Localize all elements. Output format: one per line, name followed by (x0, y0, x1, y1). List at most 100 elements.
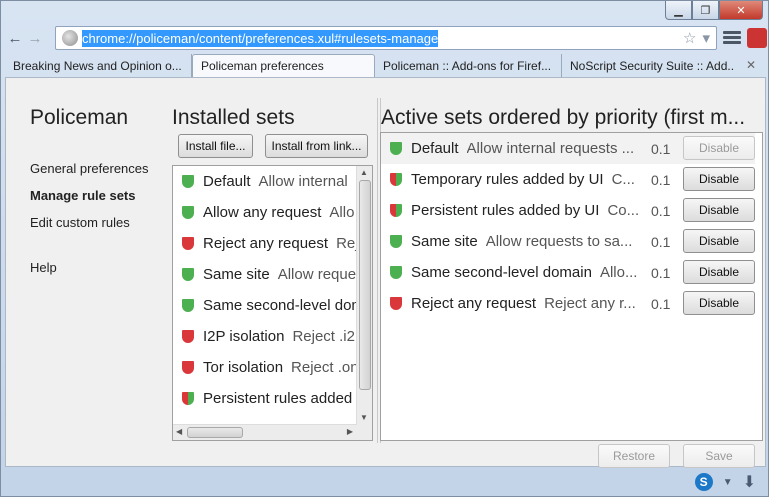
disable-button[interactable]: Disable (683, 167, 755, 191)
sidebar-item-manage-rule-sets[interactable]: Manage rule sets (30, 187, 149, 214)
dropdown-arrow-icon[interactable]: ▾ (702, 29, 710, 47)
restore-button[interactable]: Restore (598, 444, 670, 468)
scroll-left-icon[interactable]: ◀ (176, 427, 182, 436)
window-controls: ▁ ❐ ✕ (665, 1, 763, 20)
active-set-row[interactable]: Reject any request Reject any r... 0.1 Disa… (381, 288, 755, 319)
installed-set-row[interactable]: Reject any request Rejec (173, 228, 372, 259)
minimize-button[interactable]: ▁ (665, 1, 692, 20)
scroll-right-icon[interactable]: ▶ (347, 427, 353, 436)
close-window-button[interactable]: ✕ (719, 1, 763, 20)
scroll-down-icon[interactable]: ▼ (360, 413, 368, 422)
set-priority: 0.1 (651, 202, 671, 219)
installed-list-vertical-scrollbar[interactable]: ▲ ▼ (356, 166, 372, 440)
installed-set-row[interactable]: Same site Allow reques (173, 259, 364, 290)
scrollbar-thumb[interactable] (359, 180, 371, 390)
dropdown-arrow-icon[interactable]: ▼ (723, 477, 733, 488)
forward-icon[interactable]: → (25, 28, 45, 48)
shield-icon (182, 237, 194, 250)
active-set-row[interactable]: Same site Allow requests to sa... 0.1 Disab… (381, 226, 755, 257)
active-set-row[interactable]: Persistent rules added by UI Co... 0.1 Disa… (381, 195, 755, 226)
set-name: Same second-level dom (203, 297, 364, 314)
tab-breaking-news[interactable]: Breaking News and Opinion o... (5, 54, 192, 77)
installed-sets-list[interactable]: Default Allow internal Allow any request Al… (172, 165, 373, 441)
tab-strip: Breaking News and Opinion o... Policeman… (5, 54, 764, 77)
shield-icon (182, 299, 194, 312)
scroll-up-icon[interactable]: ▲ (360, 168, 368, 177)
back-icon[interactable]: ← (5, 28, 25, 48)
active-set-row[interactable]: Same second-level domain Allo... 0.1 Disabl… (381, 257, 755, 288)
active-set-row[interactable]: Temporary rules added by UI C... 0.1 Disabl… (381, 164, 755, 195)
disable-button[interactable]: Disable (683, 198, 755, 222)
active-sets-title: Active sets ordered by priority (first m… (381, 106, 746, 129)
shield-icon (182, 330, 194, 343)
set-priority: 0.1 (651, 295, 671, 312)
browser-window: ▁ ❐ ✕ ← → chrome://policeman/content/pre… (0, 0, 769, 497)
url-text[interactable]: chrome://policeman/content/preferences.x… (82, 29, 439, 47)
sidebar-nav: General preferences Manage rule sets Edi… (30, 160, 149, 286)
installed-set-row[interactable]: I2P isolation Reject .i2p (173, 321, 363, 352)
policeman-shield-icon[interactable] (747, 28, 767, 48)
shield-icon (390, 266, 402, 279)
disable-button[interactable]: Disable (683, 260, 755, 284)
set-name: Persistent rules added b (203, 390, 365, 407)
installed-set-row[interactable]: Persistent rules added b (173, 383, 365, 414)
menu-icon[interactable] (723, 29, 741, 47)
tab-policeman-addons[interactable]: Policeman :: Add-ons for Firef... (375, 54, 562, 77)
app-title: Policeman (30, 106, 129, 129)
shield-icon (182, 268, 194, 281)
set-name: Temporary rules added by UI (411, 171, 604, 188)
tab-noscript[interactable]: NoScript Security Suite :: Add... (562, 54, 734, 77)
set-description: Allow requests to sa... (485, 233, 633, 250)
shield-icon (390, 142, 402, 155)
active-set-row[interactable]: Default Allow internal requests ... 0.1 Dis… (381, 133, 755, 164)
navigation-bar: ← → chrome://policeman/content/preferenc… (5, 23, 767, 53)
sidebar-item-general[interactable]: General preferences (30, 160, 149, 187)
set-name: Same site (411, 233, 478, 250)
set-priority: 0.1 (651, 264, 671, 281)
installed-set-row[interactable]: Same second-level dom (173, 290, 364, 321)
maximize-button[interactable]: ❐ (692, 1, 719, 20)
set-name: I2P isolation (203, 328, 285, 345)
save-button[interactable]: Save (683, 444, 755, 468)
close-tab-icon[interactable]: ✕ (746, 58, 756, 72)
active-sets-list[interactable]: Default Allow internal requests ... 0.1 Dis… (380, 132, 763, 441)
shield-icon (182, 206, 194, 219)
install-link-button[interactable]: Install from link... (265, 134, 368, 158)
shield-icon (182, 392, 194, 405)
set-priority: 0.1 (651, 233, 671, 250)
skype-icon[interactable]: S (694, 473, 713, 491)
sidebar-item-help[interactable]: Help (30, 259, 149, 286)
set-description: Reject .on (291, 359, 359, 376)
set-priority: 0.1 (651, 171, 671, 188)
installed-set-row[interactable]: Default Allow internal (173, 166, 358, 197)
disable-button[interactable]: Disable (683, 291, 755, 315)
set-name: Reject any request (411, 295, 537, 312)
set-description: Allow internal requests ... (466, 140, 635, 157)
set-name: Default (203, 173, 251, 190)
disable-button[interactable]: Disable (683, 136, 755, 160)
preferences-page: Policeman General preferences Manage rul… (5, 77, 766, 468)
shield-icon (182, 175, 194, 188)
shield-icon (390, 235, 402, 248)
sidebar-item-edit-custom-rules[interactable]: Edit custom rules (30, 214, 149, 241)
set-name: Default (411, 140, 459, 157)
shield-icon (390, 297, 402, 310)
url-bar[interactable]: chrome://policeman/content/preferences.x… (55, 26, 717, 50)
disable-button[interactable]: Disable (683, 229, 755, 253)
bookmark-star-icon[interactable]: ☆ (683, 29, 696, 47)
shield-icon (390, 173, 402, 186)
shield-icon (390, 204, 402, 217)
installed-sets-title: Installed sets (172, 106, 295, 129)
set-description: Allow reques (277, 266, 364, 283)
installed-set-row[interactable]: Tor isolation Reject .on (173, 352, 359, 383)
installed-set-row[interactable]: Allow any request Allo (173, 197, 358, 228)
scrollbar-thumb[interactable] (187, 427, 243, 438)
download-icon[interactable]: ⬇ (743, 472, 756, 492)
install-file-button[interactable]: Install file... (178, 134, 253, 158)
installed-list-horizontal-scrollbar[interactable]: ◀ ▶ (173, 424, 357, 440)
set-name: Same second-level domain (411, 264, 592, 281)
set-name: Allow any request (203, 204, 322, 221)
tab-policeman-preferences[interactable]: Policeman preferences (192, 54, 375, 77)
status-bar: S ▼ ⬇ (5, 469, 766, 495)
set-name: Tor isolation (203, 359, 284, 376)
